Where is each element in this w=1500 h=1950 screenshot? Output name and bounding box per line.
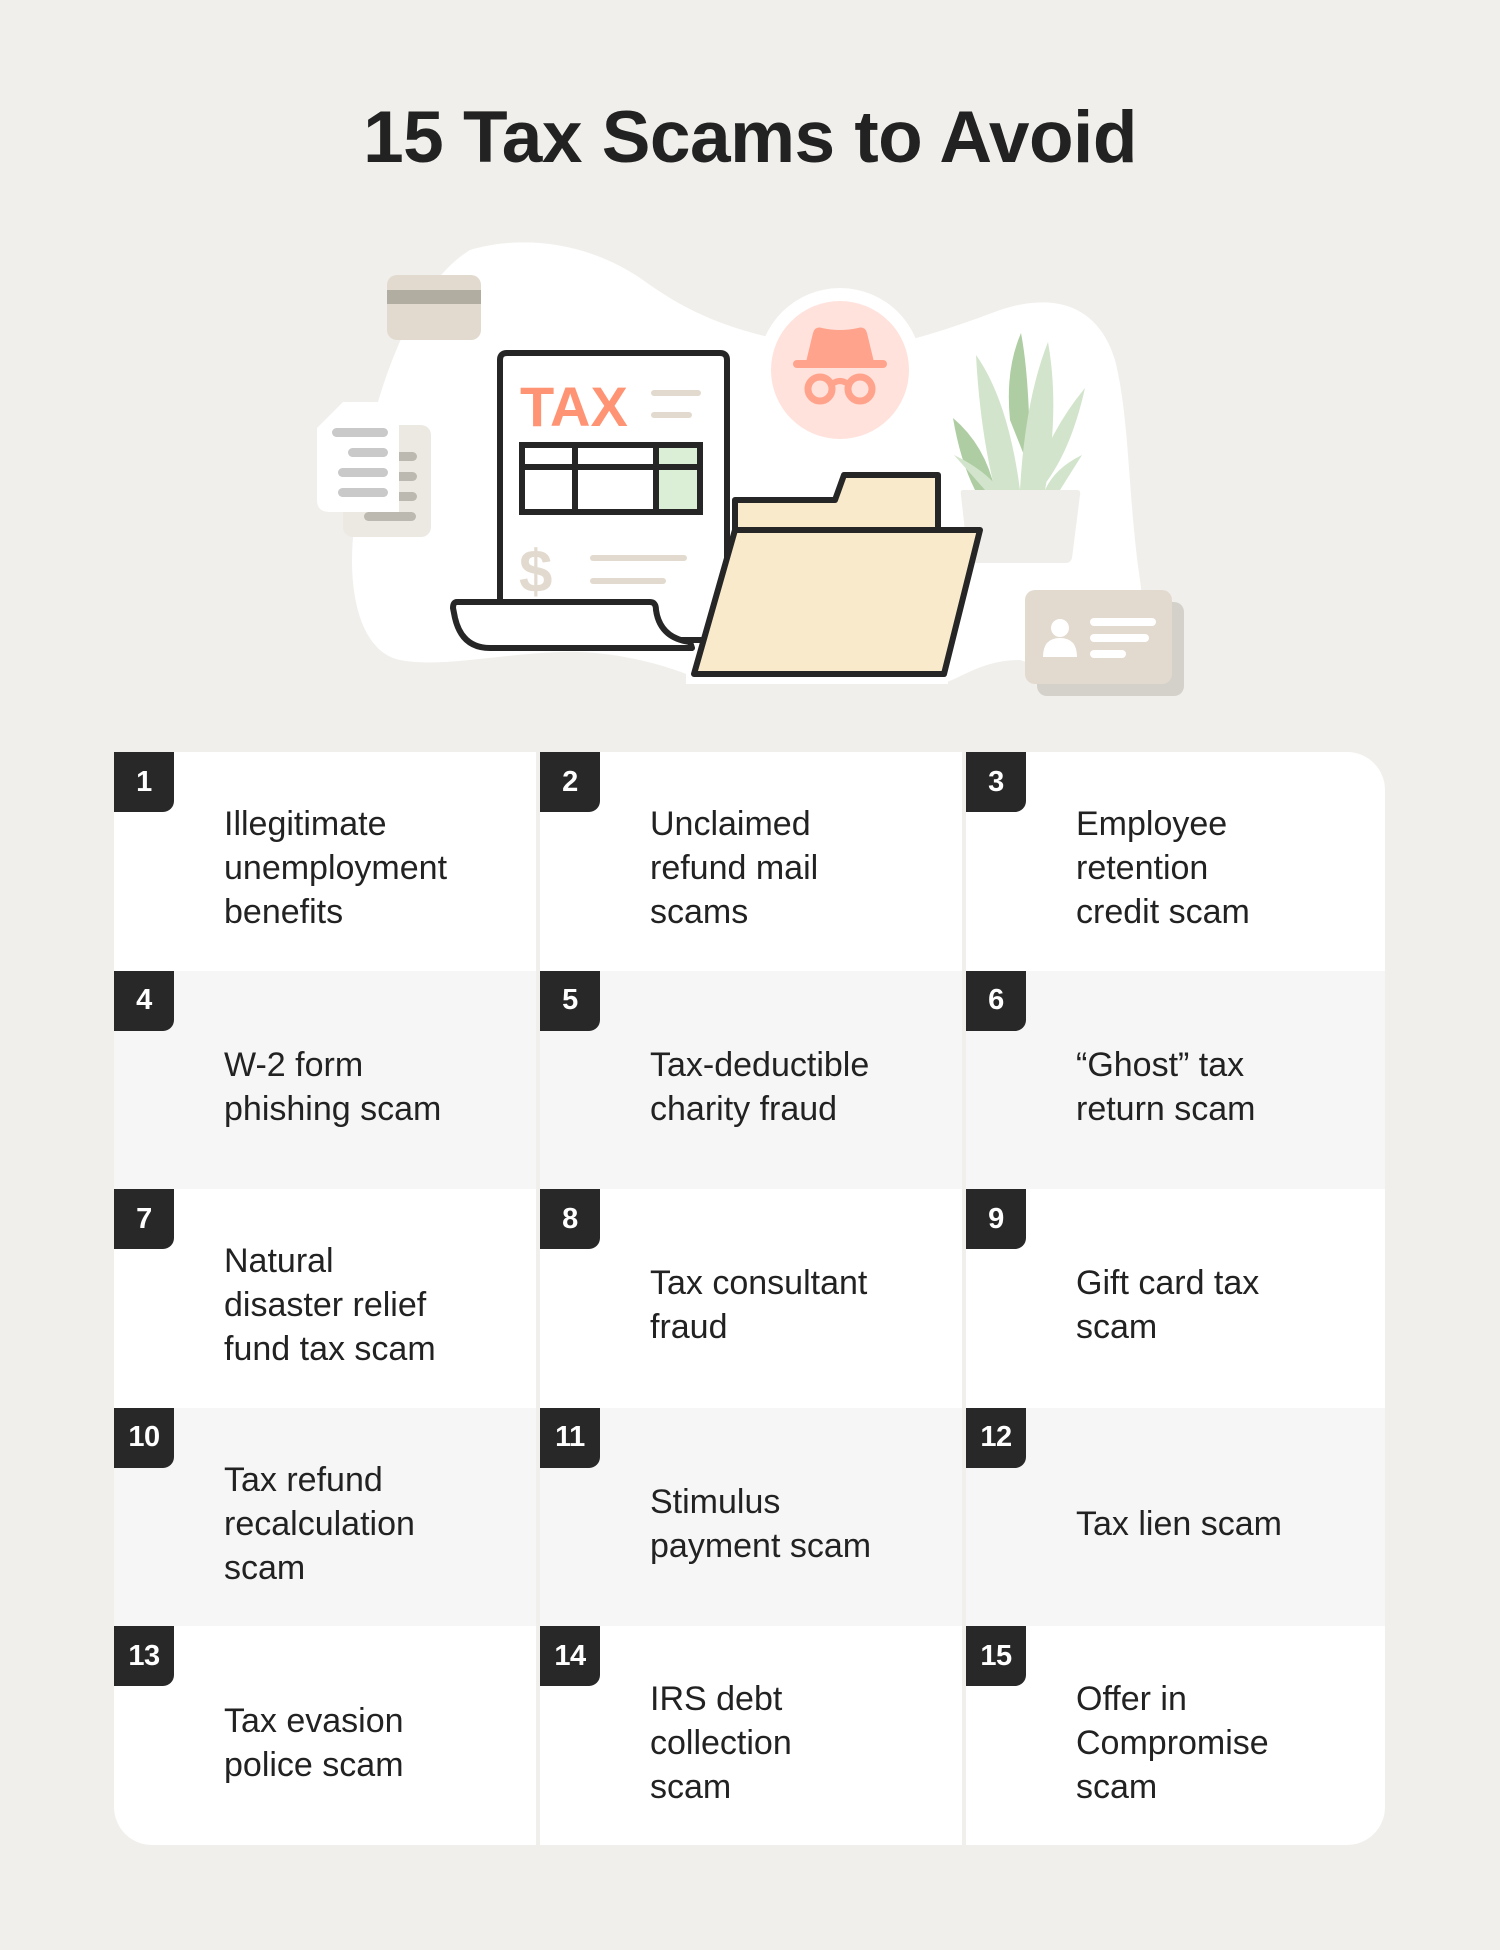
item-number-badge: 4 bbox=[114, 970, 174, 1031]
scam-label: Illegitimate unemployment benefits bbox=[224, 805, 448, 932]
scam-item: 5 Tax-deductible charity fraud bbox=[540, 970, 962, 1190]
credit-card-icon bbox=[387, 275, 481, 340]
scam-label: Employee retention credit scam bbox=[1076, 805, 1250, 932]
scam-item: 15 Offer in Compromise scam bbox=[966, 1626, 1385, 1845]
item-number-badge: 6 bbox=[966, 970, 1026, 1031]
scam-item: 3 Employee retention credit scam bbox=[966, 752, 1385, 971]
item-number-badge: 12 bbox=[966, 1407, 1026, 1468]
scam-label: Tax refund recalculation scam bbox=[224, 1461, 415, 1588]
scam-item: 7 Natural disaster relief fund tax scam bbox=[114, 1189, 536, 1408]
item-number-badge: 1 bbox=[114, 752, 174, 812]
scam-label: IRS debt collection scam bbox=[650, 1679, 792, 1806]
scam-item: 11 Stimulus payment scam bbox=[540, 1407, 962, 1627]
scam-label: Stimulus payment scam bbox=[650, 1483, 872, 1566]
scam-label: Tax consultant fraud bbox=[650, 1264, 868, 1347]
scam-item: 12 Tax lien scam bbox=[966, 1407, 1385, 1627]
scam-list-grid: 1 Illegitimate unemployment benefits 2 U… bbox=[114, 752, 1385, 1845]
scam-label: Unclaimed refund mail scams bbox=[650, 805, 819, 932]
item-number-badge: 14 bbox=[540, 1626, 600, 1687]
scam-item: 1 Illegitimate unemployment benefits bbox=[114, 752, 536, 971]
item-number-badge: 10 bbox=[114, 1407, 174, 1468]
dollar-sign: $ bbox=[519, 538, 552, 605]
item-number-badge: 13 bbox=[114, 1626, 174, 1687]
scam-label: Natural disaster relief fund tax scam bbox=[224, 1242, 436, 1369]
scam-label: Offer in Compromise scam bbox=[1076, 1679, 1269, 1806]
scam-item: 6 “Ghost” tax return scam bbox=[966, 970, 1385, 1190]
scam-label: “Ghost” tax return scam bbox=[1076, 1045, 1256, 1128]
item-number-badge: 3 bbox=[966, 752, 1026, 812]
scam-item: 10 Tax refund recalculation scam bbox=[114, 1407, 536, 1627]
scam-item: 8 Tax consultant fraud bbox=[540, 1189, 962, 1408]
item-number-badge: 9 bbox=[966, 1189, 1026, 1250]
item-number-badge: 8 bbox=[540, 1189, 600, 1250]
scam-item: 2 Unclaimed refund mail scams bbox=[540, 752, 962, 971]
item-number-badge: 2 bbox=[540, 752, 600, 812]
id-card-icon bbox=[1025, 590, 1184, 696]
scam-label: Tax evasion police scam bbox=[224, 1701, 404, 1784]
document-heading: TAX bbox=[520, 375, 628, 438]
scam-item: 9 Gift card tax scam bbox=[966, 1189, 1385, 1408]
item-number-badge: 11 bbox=[540, 1407, 600, 1468]
tax-scam-illustration: TAX $ bbox=[317, 242, 1184, 696]
scam-label: W-2 form phishing scam bbox=[224, 1045, 442, 1128]
scam-item: 13 Tax evasion police scam bbox=[114, 1626, 536, 1845]
scam-item: 14 IRS debt collection scam bbox=[540, 1626, 962, 1845]
scam-label: Gift card tax scam bbox=[1076, 1264, 1260, 1347]
scam-item: 4 W-2 form phishing scam bbox=[114, 970, 536, 1190]
item-number-badge: 5 bbox=[540, 970, 600, 1031]
scam-label: Tax lien scam bbox=[1076, 1505, 1282, 1544]
incognito-spy-icon bbox=[758, 288, 922, 452]
item-number-badge: 7 bbox=[114, 1189, 174, 1250]
item-number-badge: 15 bbox=[966, 1626, 1026, 1687]
scam-label: Tax-deductible charity fraud bbox=[650, 1045, 870, 1128]
